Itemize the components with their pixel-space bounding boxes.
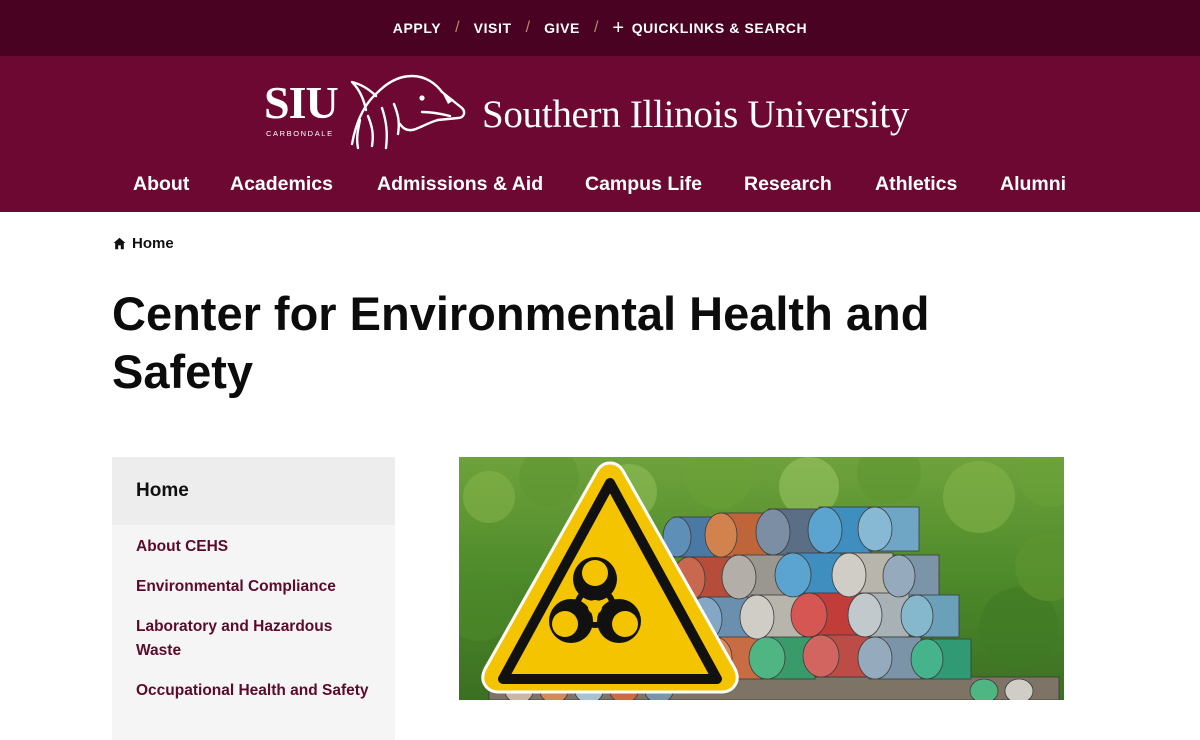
- logo-letters: SIU: [264, 77, 339, 128]
- hazard-barrels-illustration: [459, 457, 1064, 700]
- nav-item-alumni[interactable]: Alumni: [1000, 173, 1066, 196]
- nav-item-campus-life[interactable]: Campus Life: [585, 173, 702, 196]
- give-link[interactable]: GIVE: [544, 20, 580, 36]
- sidebar-list: About CEHS Environmental Compliance Labo…: [112, 525, 395, 703]
- separator: /: [593, 19, 599, 36]
- main-navigation: About Academics Admissions & Aid Campus …: [0, 164, 1200, 204]
- separator: /: [525, 19, 531, 36]
- nav-item-research[interactable]: Research: [744, 173, 832, 196]
- siu-logo: SIU CARBONDALE: [264, 70, 468, 154]
- home-icon: [113, 237, 126, 250]
- nav-item-admissions-aid[interactable]: Admissions & Aid: [377, 173, 543, 196]
- logo-subtext: CARBONDALE: [266, 129, 334, 138]
- saluki-dog-icon: [350, 74, 466, 150]
- sidebar-item-about-cehs[interactable]: About CEHS: [112, 535, 395, 559]
- nav-item-academics[interactable]: Academics: [230, 173, 333, 196]
- sidebar-heading-home[interactable]: Home: [112, 457, 395, 525]
- breadcrumb[interactable]: Home: [113, 235, 174, 252]
- visit-link[interactable]: VISIT: [474, 20, 512, 36]
- sidebar-item-environmental-compliance[interactable]: Environmental Compliance: [112, 575, 395, 599]
- sidebar-item-lab-hazardous-waste[interactable]: Laboratory and Hazardous Waste: [112, 615, 395, 663]
- plus-icon: +: [612, 17, 625, 39]
- university-logo-link[interactable]: SIU CARBONDALE: [264, 70, 468, 154]
- quicklinks-label: QUICKLINKS & SEARCH: [631, 20, 808, 36]
- hero-image: [459, 457, 1064, 700]
- utility-bar: APPLY / VISIT / GIVE / + QUICKLINKS & SE…: [0, 0, 1200, 56]
- page-title: Center for Environmental Health and Safe…: [112, 287, 930, 398]
- nav-item-athletics[interactable]: Athletics: [875, 173, 957, 196]
- quicklinks-search-button[interactable]: + QUICKLINKS & SEARCH: [612, 17, 808, 39]
- sidebar-item-occupational-health[interactable]: Occupational Health and Safety: [112, 679, 395, 703]
- separator: /: [455, 19, 460, 36]
- site-header: SIU CARBONDALE Southern Illinois Univers…: [0, 56, 1200, 212]
- university-name[interactable]: Southern Illinois University: [482, 92, 909, 137]
- apply-link[interactable]: APPLY: [393, 20, 441, 36]
- breadcrumb-home[interactable]: Home: [132, 235, 174, 252]
- nav-item-about[interactable]: About: [133, 173, 189, 196]
- sidebar-nav: Home About CEHS Environmental Compliance…: [112, 457, 395, 740]
